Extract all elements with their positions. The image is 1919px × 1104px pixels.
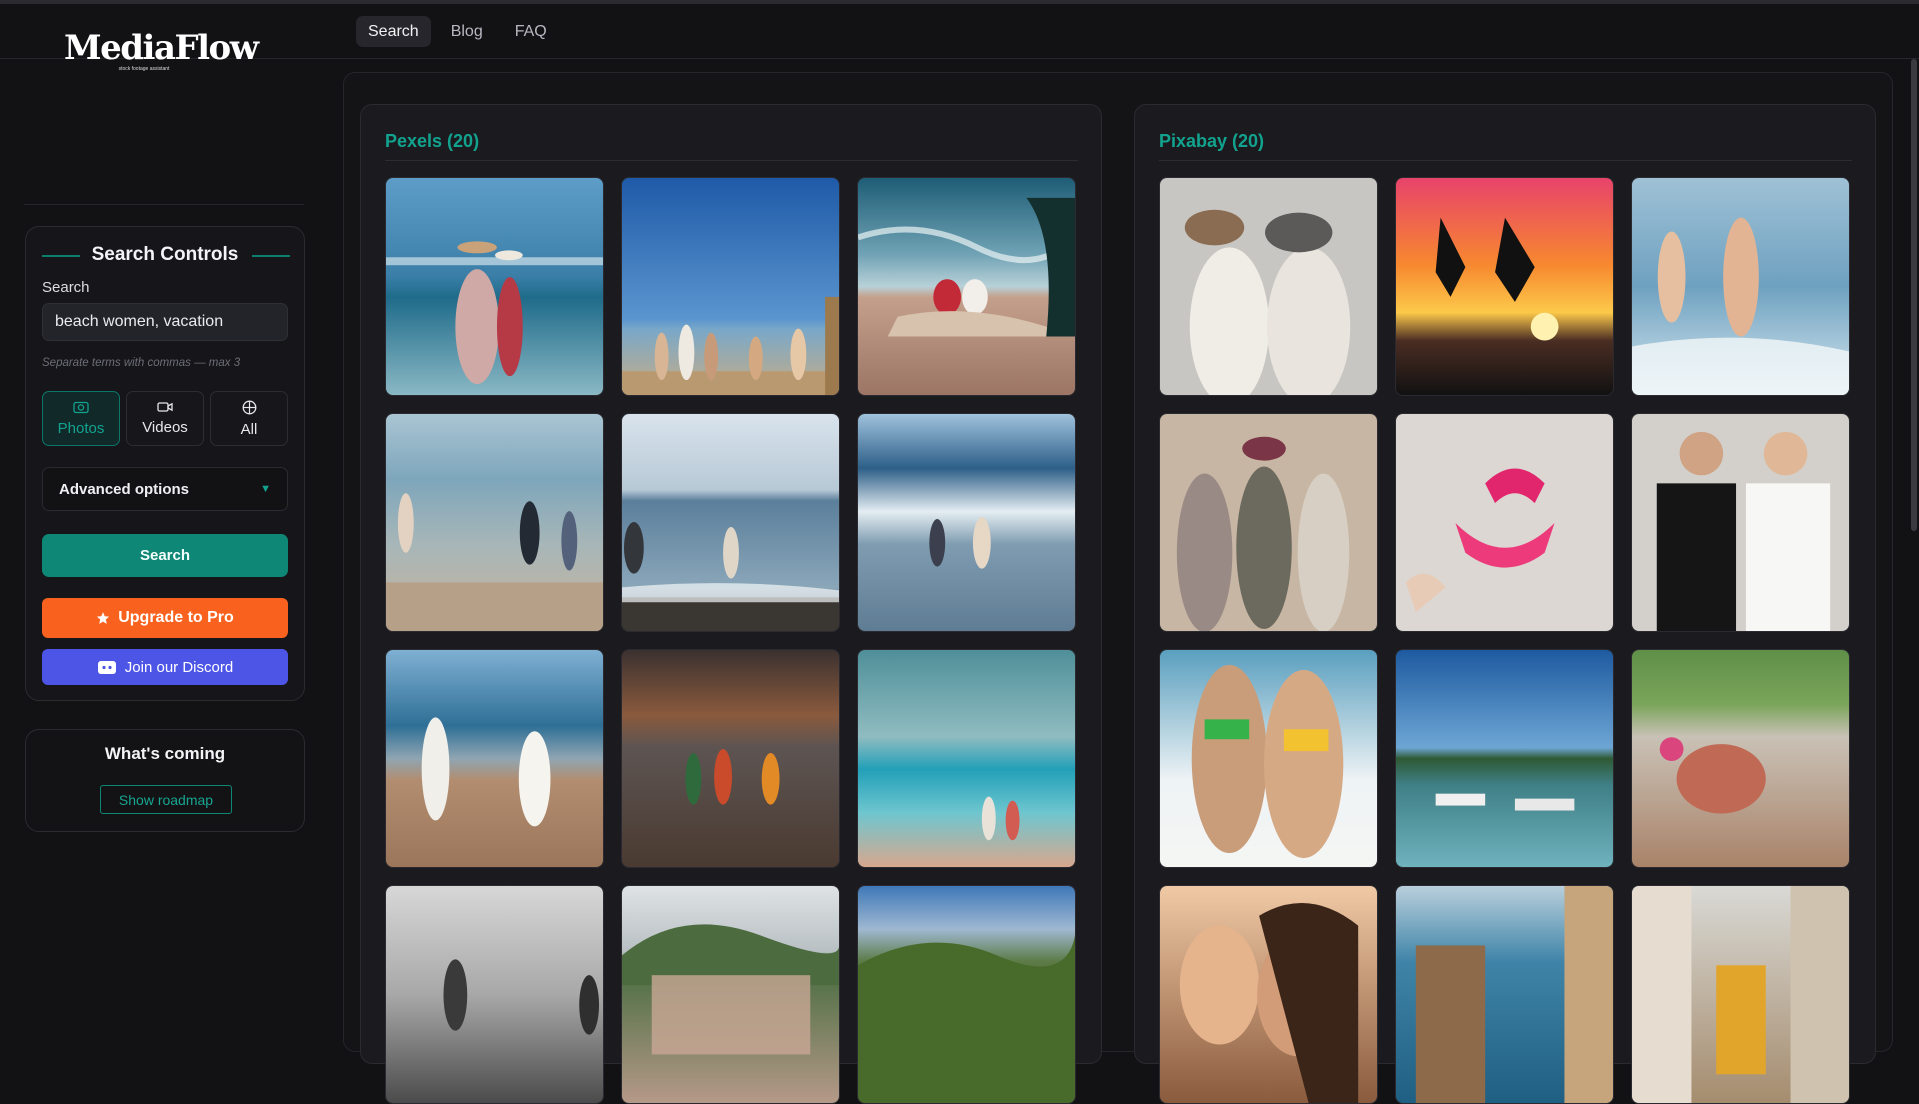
pexels-title: Pexels (20) bbox=[385, 131, 480, 151]
photo-green-mountain-valley bbox=[858, 886, 1075, 1103]
discord-label: Join our Discord bbox=[124, 658, 234, 676]
videos-label: Videos bbox=[142, 419, 188, 436]
globe-icon bbox=[242, 400, 256, 414]
pexels-image-grid bbox=[385, 177, 1076, 1104]
upgrade-label: Upgrade to Pro bbox=[118, 609, 234, 626]
photo-women-dancing-beach bbox=[386, 650, 603, 867]
search-input[interactable] bbox=[42, 303, 288, 341]
photo-woman-digging-shore bbox=[1632, 650, 1849, 867]
logo-wordmark: MediaFlow bbox=[64, 28, 259, 68]
image-tile[interactable] bbox=[621, 649, 840, 868]
photo-three-women-hats-beach bbox=[1160, 414, 1377, 631]
videos-toggle[interactable]: Videos bbox=[126, 391, 204, 446]
photo-two-women-walking-turquoise-sea bbox=[858, 650, 1075, 867]
image-tile[interactable] bbox=[1395, 649, 1614, 868]
image-tile[interactable] bbox=[1395, 177, 1614, 396]
advanced-options-label: Advanced options bbox=[59, 480, 190, 498]
photo-two-women-running-into-sea bbox=[1632, 178, 1849, 395]
photo-bw-person-on-beach bbox=[386, 886, 603, 1103]
all-label: All bbox=[240, 420, 258, 438]
photo-two-women-posing-beach bbox=[1632, 414, 1849, 631]
star-icon bbox=[97, 612, 110, 624]
photo-pink-bikini-on-sand bbox=[1396, 414, 1613, 631]
photo-two-women-hats-shore bbox=[1160, 178, 1377, 395]
image-tile[interactable] bbox=[857, 413, 1076, 632]
photo-two-women-in-waves bbox=[858, 414, 1075, 631]
image-tile[interactable] bbox=[385, 649, 604, 868]
chevron-down-icon: ▼ bbox=[260, 483, 271, 495]
photo-two-women-bikinis-posing bbox=[1160, 650, 1377, 867]
search-button[interactable]: Search bbox=[42, 534, 288, 577]
whats-coming-panel: What's coming Show roadmap bbox=[25, 729, 305, 832]
photo-women-wading-beach bbox=[386, 178, 603, 395]
top-navigation-bar: Search Blog FAQ bbox=[0, 0, 1919, 59]
whats-coming-title: What's coming bbox=[104, 744, 226, 763]
image-tile[interactable] bbox=[1631, 649, 1850, 868]
main-nav: Search Blog FAQ bbox=[356, 16, 559, 47]
media-type-selector: Photos Videos All bbox=[42, 391, 288, 446]
image-tile[interactable] bbox=[621, 177, 840, 396]
photo-women-standing-in-sea bbox=[622, 414, 839, 631]
pixabay-divider bbox=[1159, 160, 1852, 161]
nav-faq[interactable]: FAQ bbox=[503, 16, 559, 47]
page-scrollbar[interactable] bbox=[1911, 59, 1917, 531]
upgrade-to-pro-button[interactable]: Upgrade to Pro bbox=[42, 598, 288, 638]
image-tile[interactable] bbox=[1159, 177, 1378, 396]
discord-icon bbox=[97, 660, 116, 674]
photo-narrow-street-tram bbox=[1632, 886, 1849, 1103]
pixabay-image-grid bbox=[1159, 177, 1850, 1104]
all-toggle[interactable]: All bbox=[210, 391, 288, 446]
photo-group-women-beach-blue-sky bbox=[622, 178, 839, 395]
image-tile[interactable] bbox=[1631, 177, 1850, 396]
image-tile[interactable] bbox=[1631, 885, 1850, 1104]
image-tile[interactable] bbox=[1395, 413, 1614, 632]
photo-silhouettes-jumping-sunset bbox=[1396, 178, 1613, 395]
search-controls-panel: Search Controls Search Separate terms wi… bbox=[25, 226, 305, 701]
photo-three-women-smiling bbox=[1160, 886, 1377, 1103]
video-icon bbox=[157, 402, 173, 412]
image-tile[interactable] bbox=[1159, 649, 1378, 868]
title-accent-line-right bbox=[252, 255, 290, 257]
photo-beach-kiosk-sea-view bbox=[1396, 886, 1613, 1103]
show-roadmap-button[interactable]: Show roadmap bbox=[100, 785, 232, 814]
photos-toggle[interactable]: Photos bbox=[42, 391, 120, 446]
pexels-results-column: Pexels (20) bbox=[360, 104, 1102, 1104]
image-tile[interactable] bbox=[857, 649, 1076, 868]
photo-three-women-carrying-baskets bbox=[622, 650, 839, 867]
image-tile[interactable] bbox=[857, 885, 1076, 1104]
image-tile[interactable] bbox=[385, 413, 604, 632]
pixabay-title: Pixabay (20) bbox=[1159, 131, 1265, 151]
sidebar-divider bbox=[24, 204, 304, 205]
camera-icon bbox=[73, 401, 89, 414]
photo-two-women-sitting-beach bbox=[858, 178, 1075, 395]
image-tile[interactable] bbox=[621, 885, 840, 1104]
image-tile[interactable] bbox=[1159, 413, 1378, 632]
image-tile[interactable] bbox=[385, 885, 604, 1104]
image-tile[interactable] bbox=[621, 413, 840, 632]
image-tile[interactable] bbox=[1631, 413, 1850, 632]
nav-search[interactable]: Search bbox=[356, 16, 431, 47]
pexels-divider bbox=[385, 160, 1078, 161]
photo-women-walking-shoreline bbox=[386, 414, 603, 631]
search-label: Search bbox=[42, 279, 90, 296]
photo-boats-palm-trees-lagoon bbox=[1396, 650, 1613, 867]
image-tile[interactable] bbox=[857, 177, 1076, 396]
image-tile[interactable] bbox=[385, 177, 604, 396]
search-hint: Separate terms with commas — max 3 bbox=[42, 357, 241, 369]
join-discord-button[interactable]: Join our Discord bbox=[42, 649, 288, 685]
pixabay-results-column: Pixabay (20) bbox=[1134, 104, 1876, 1104]
image-tile[interactable] bbox=[1159, 885, 1378, 1104]
advanced-options-dropdown[interactable]: Advanced options ▼ bbox=[42, 467, 288, 511]
photo-hillside-coastal-town bbox=[622, 886, 839, 1103]
image-tile[interactable] bbox=[1395, 885, 1614, 1104]
nav-blog[interactable]: Blog bbox=[439, 16, 495, 47]
mediaflow-logo[interactable]: MediaFlow stock footage assistant bbox=[64, 28, 259, 72]
photos-label: Photos bbox=[57, 420, 105, 437]
